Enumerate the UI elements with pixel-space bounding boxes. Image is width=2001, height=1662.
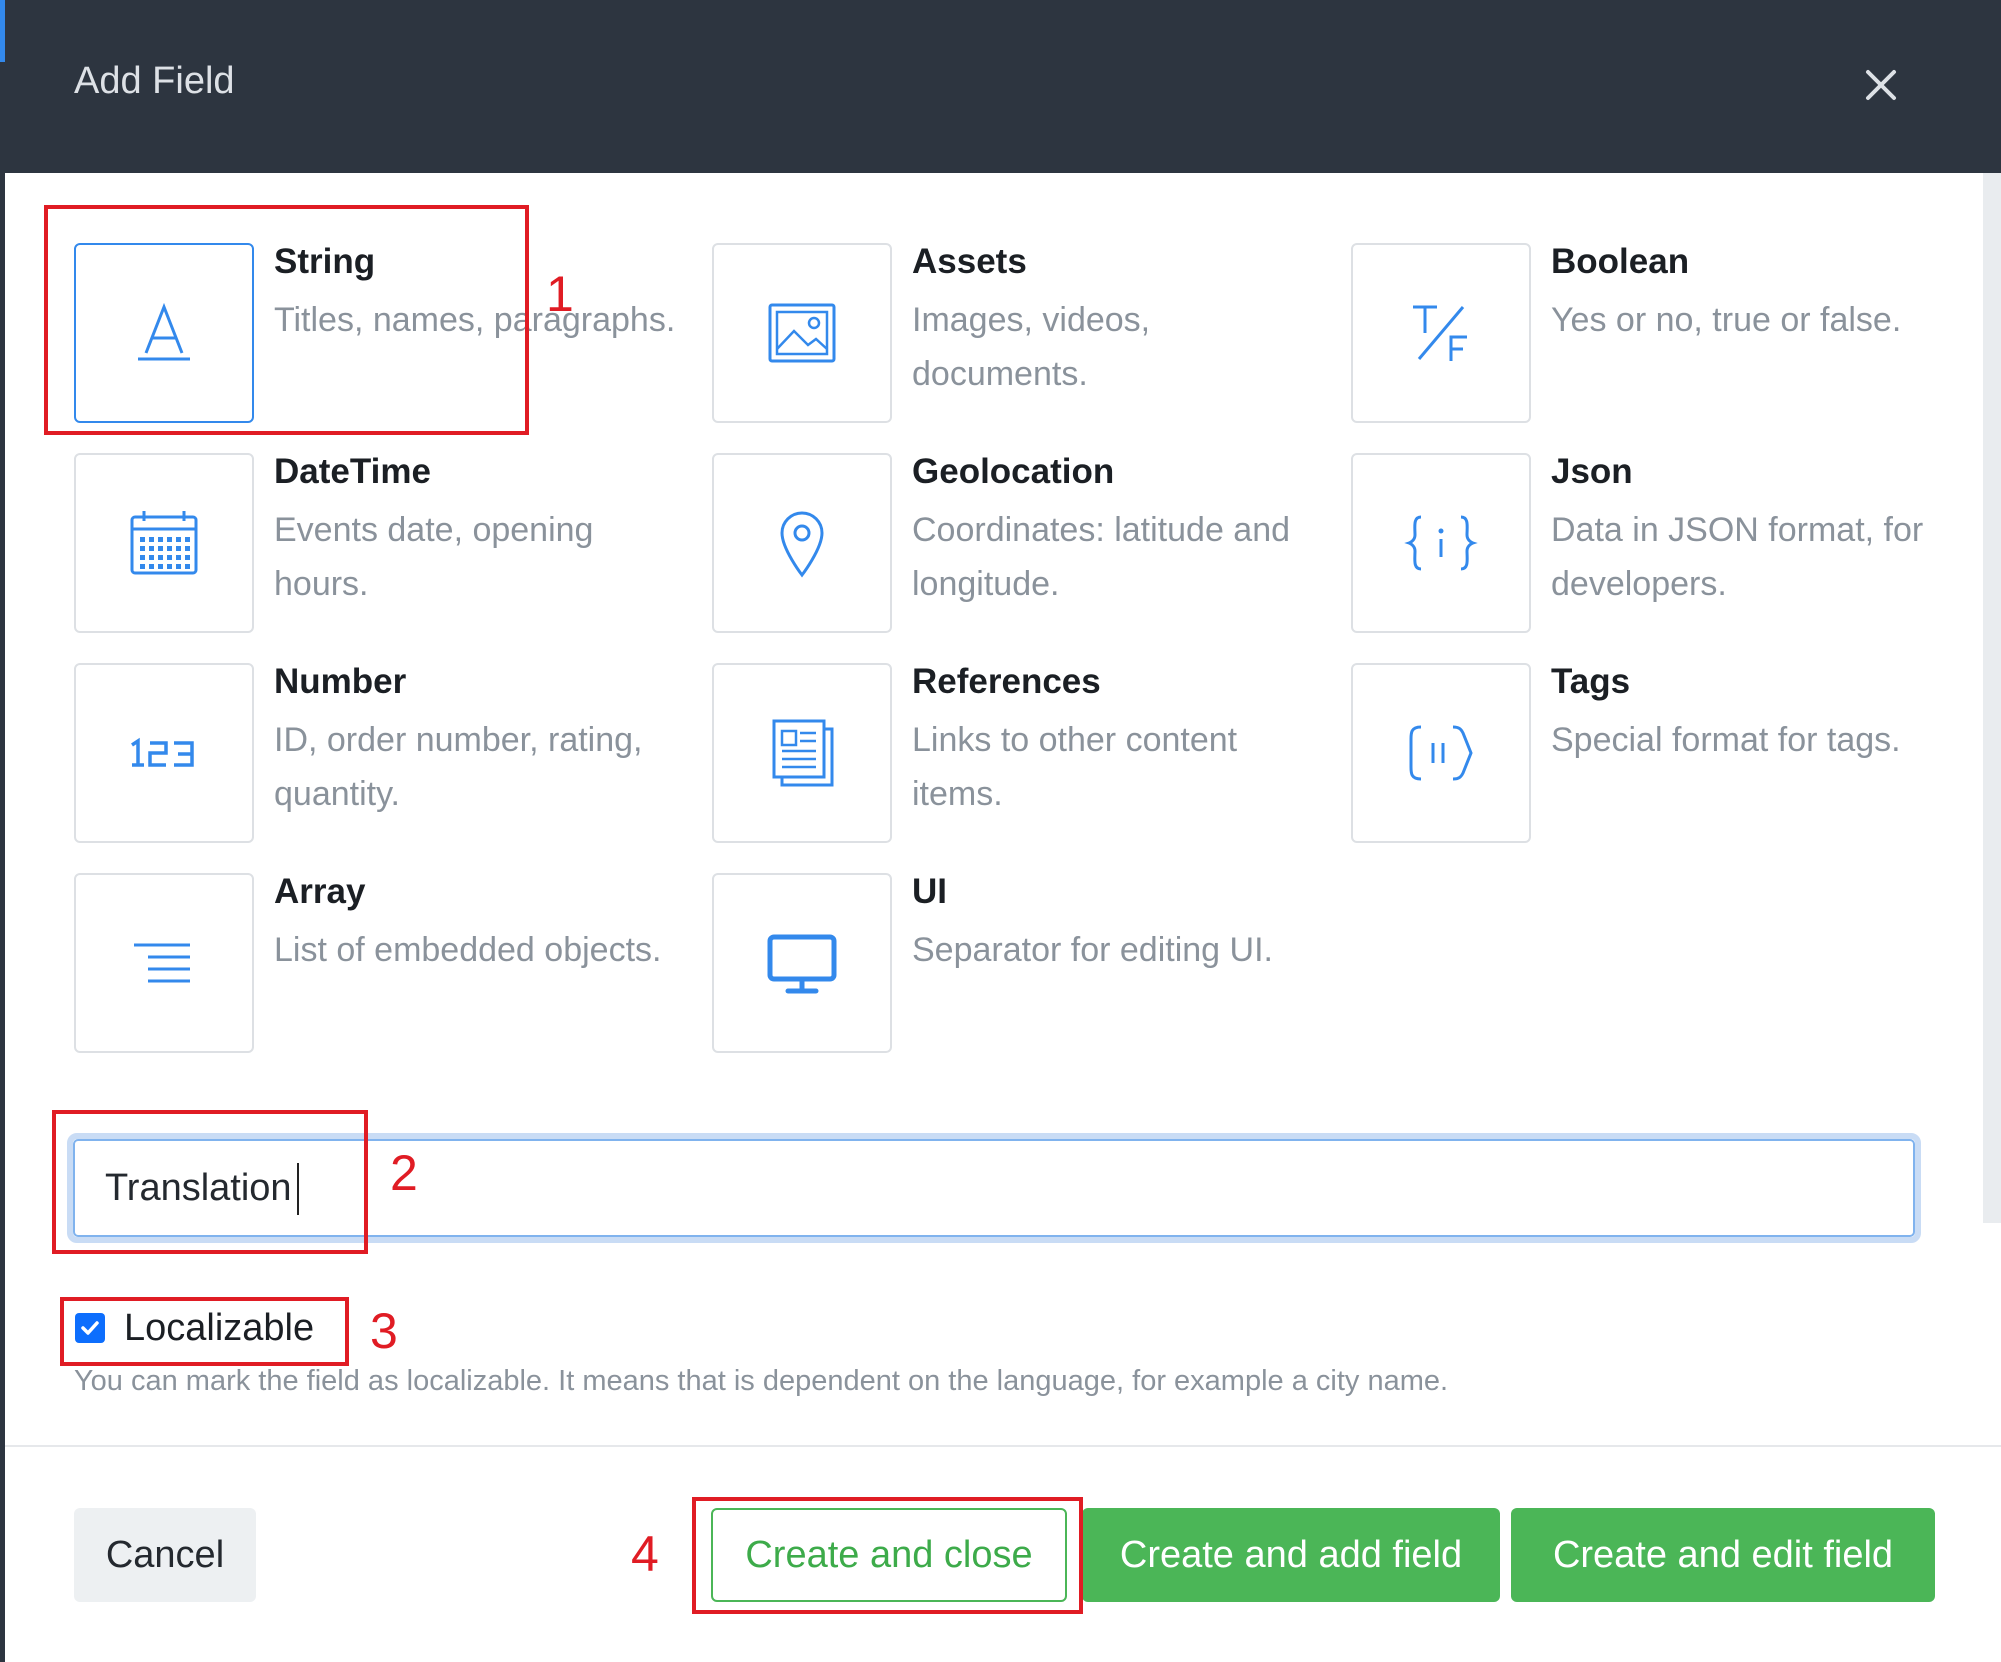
json-braces-icon — [1404, 515, 1478, 571]
tag-icon — [1409, 725, 1473, 781]
close-icon — [1866, 70, 1896, 100]
image-icon — [768, 303, 836, 363]
map-pin-icon — [780, 511, 824, 578]
field-type-geolocation[interactable]: Geolocation Coordinates: latitude and lo… — [712, 452, 1312, 633]
field-type-icon-box — [1351, 243, 1531, 423]
field-type-tags[interactable]: Tags Special format for tags. — [1351, 662, 1951, 843]
field-type-description: Events date, opening hours. — [274, 511, 594, 603]
list-icon — [134, 943, 190, 983]
field-type-number[interactable]: Number ID, order number, rating, quantit… — [74, 662, 674, 843]
field-type-description: Coordinates: latitude and longitude. — [912, 511, 1291, 603]
field-type-name: DateTime — [274, 452, 431, 491]
footer-divider — [5, 1445, 2001, 1447]
field-type-name: UI — [912, 872, 947, 911]
field-type-description: Data in JSON format, for developers. — [1551, 511, 1924, 603]
field-type-icon-box — [74, 663, 254, 843]
field-type-icon-box — [712, 453, 892, 633]
field-type-icon-box — [1351, 453, 1531, 633]
calendar-icon — [130, 511, 198, 575]
field-type-assets[interactable]: Assets Images, videos, documents. — [712, 242, 1312, 423]
field-type-name: Boolean — [1551, 242, 1690, 281]
annotation-box-1 — [44, 205, 529, 435]
field-type-description: ID, order number, rating, quantity. — [274, 721, 643, 813]
cancel-button[interactable]: Cancel — [74, 1508, 256, 1602]
field-type-icon-box — [712, 873, 892, 1053]
field-type-boolean[interactable]: Boolean Yes or no, true or false. — [1351, 242, 1951, 423]
field-type-description: Yes or no, true or false. — [1551, 301, 1902, 339]
field-type-ui[interactable]: UI Separator for editing UI. — [712, 872, 1312, 1053]
field-type-name: References — [912, 662, 1101, 701]
dialog-scrollbar[interactable] — [1983, 173, 2001, 1223]
annotation-number-4: 4 — [631, 1526, 659, 1582]
dialog-title: Add Field — [74, 60, 235, 102]
annotation-box-2 — [52, 1110, 368, 1254]
field-type-description: Images, videos, documents. — [912, 301, 1151, 393]
close-button[interactable] — [1858, 62, 1904, 108]
field-type-name: Json — [1551, 452, 1633, 491]
localizable-hint: You can mark the field as localizable. I… — [74, 1365, 1449, 1397]
annotation-number-3: 3 — [370, 1303, 398, 1359]
annotation-number-1: 1 — [546, 266, 574, 322]
field-type-datetime[interactable]: DateTime Events date, opening hours. — [74, 452, 674, 633]
field-type-name: Number — [274, 662, 407, 701]
create-and-edit-field-button[interactable]: Create and edit field — [1511, 1508, 1935, 1602]
field-type-description: Special format for tags. — [1551, 721, 1901, 759]
field-type-name: Tags — [1551, 662, 1631, 701]
field-type-description: Separator for editing UI. — [912, 931, 1273, 969]
annotation-box-3 — [60, 1297, 349, 1366]
field-type-description: Links to other content items. — [912, 721, 1238, 813]
field-type-array[interactable]: Array List of embedded objects. — [74, 872, 674, 1053]
field-type-icon-box — [712, 243, 892, 423]
field-type-icon-box — [1351, 663, 1531, 843]
window-edge — [0, 0, 5, 1662]
field-type-name: Assets — [912, 242, 1027, 281]
dialog-header: Add Field — [5, 0, 2001, 173]
field-type-name: Array — [274, 872, 366, 911]
document-reference-icon — [772, 719, 834, 787]
field-type-description: List of embedded objects. — [274, 931, 662, 969]
field-type-icon-box — [74, 873, 254, 1053]
number-123-icon — [131, 737, 194, 767]
field-type-json[interactable]: Json Data in JSON format, for developers… — [1351, 452, 1951, 633]
field-type-icon-box — [712, 663, 892, 843]
field-type-name: Geolocation — [912, 452, 1115, 491]
field-type-icon-box — [74, 453, 254, 633]
create-and-add-field-button[interactable]: Create and add field — [1082, 1508, 1500, 1602]
annotation-box-4 — [692, 1497, 1083, 1614]
annotation-number-2: 2 — [390, 1145, 418, 1201]
true-false-icon — [1413, 305, 1467, 361]
monitor-icon — [767, 934, 837, 994]
field-type-references[interactable]: References Links to other content items. — [712, 662, 1312, 843]
